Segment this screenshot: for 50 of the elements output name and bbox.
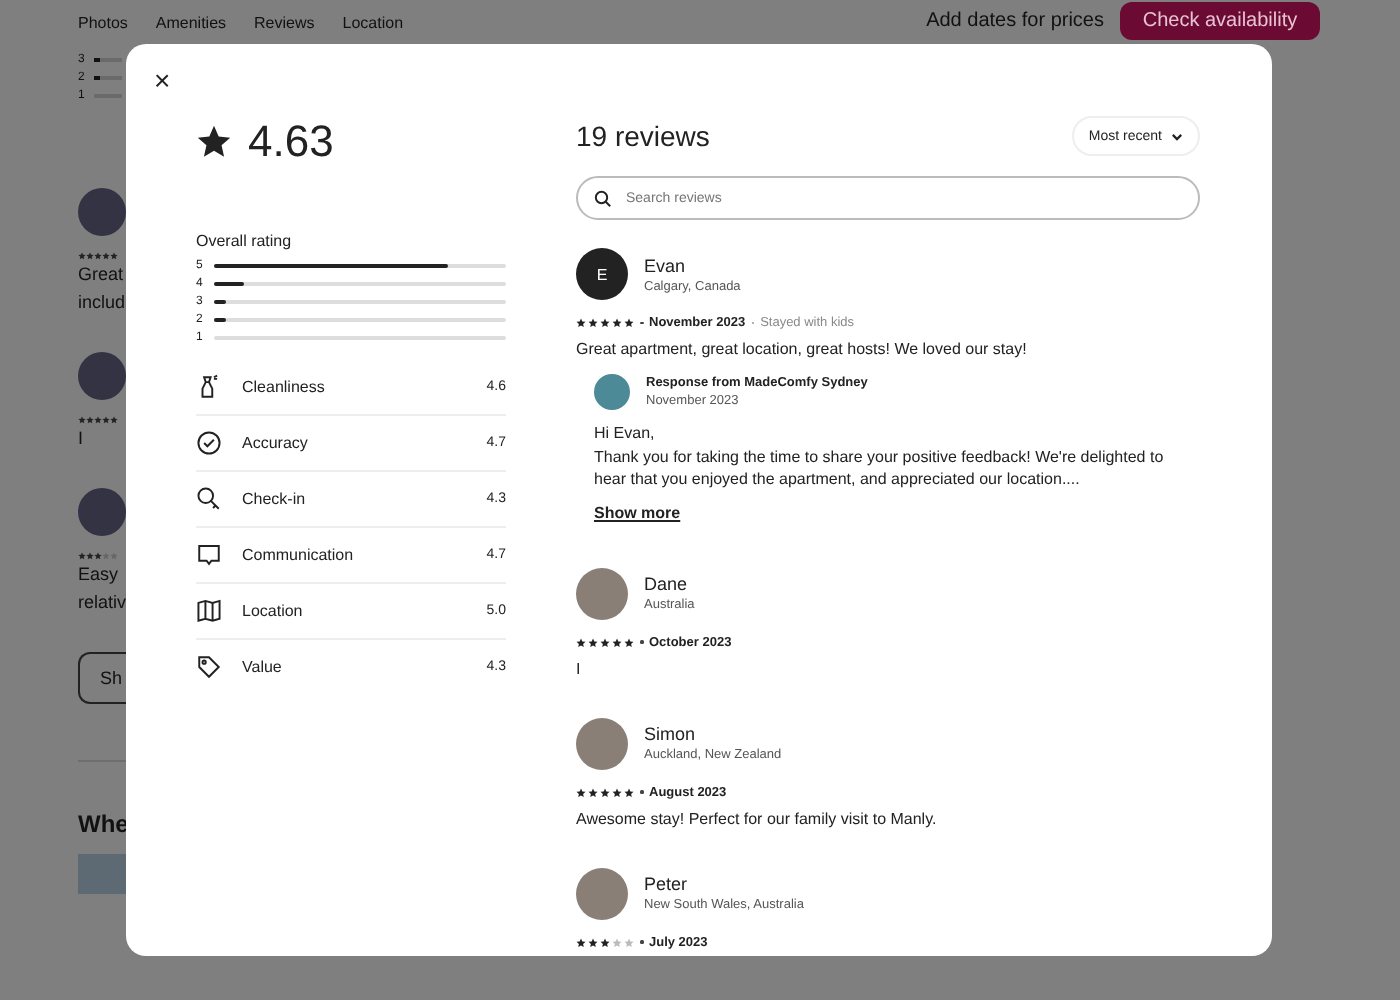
reviewer-name: Peter	[644, 874, 690, 894]
reviewer-name: Dane	[644, 574, 690, 594]
avatar: E	[576, 248, 628, 300]
avatar	[78, 352, 126, 400]
check-availability-button[interactable]: Check availability	[1120, 2, 1320, 40]
category-label: Communication	[242, 546, 356, 564]
nav-tab[interactable]: Photos	[78, 14, 128, 32]
star-icon	[196, 124, 232, 160]
speech-bubble-icon	[196, 542, 222, 568]
avatar	[576, 717, 628, 769]
average-rating: 4.63	[248, 116, 334, 168]
show-more-link[interactable]: Show more	[594, 503, 681, 521]
section-heading: Whe	[78, 810, 129, 838]
key-icon	[196, 486, 222, 512]
review-text: Easy	[78, 562, 119, 588]
reviewer-name: Simon	[644, 724, 698, 744]
review-text: I	[576, 659, 583, 677]
avatar	[78, 488, 126, 536]
review-text: Great	[78, 262, 124, 288]
review-text: Awesome stay! Perfect for our family visit to Manly.	[576, 809, 939, 827]
overall-rating-label: Overall rating	[196, 232, 294, 250]
review-text: Great apartment, great location, great hosts! We loved our stay!	[576, 340, 1029, 358]
response-greeting: Hi Evan,	[594, 422, 657, 445]
review-text: I	[78, 426, 84, 452]
category-label: Accuracy	[242, 434, 310, 452]
avatar	[78, 188, 126, 236]
nav-tab[interactable]: Location	[342, 14, 404, 32]
category-label: Cleanliness	[242, 378, 327, 396]
spray-bottle-icon	[196, 374, 222, 400]
review-text: relativ	[78, 590, 127, 616]
avatar	[576, 867, 628, 919]
tag-icon	[196, 654, 222, 680]
reviewer-name: Evan	[644, 255, 688, 275]
show-all-button[interactable]: Sh	[78, 652, 126, 704]
check-circle-icon	[196, 430, 222, 456]
avatar	[576, 567, 628, 619]
photo-placeholder	[78, 854, 126, 894]
map-icon	[196, 598, 222, 624]
category-label: Value	[242, 658, 284, 676]
review-text: includ	[78, 290, 126, 316]
price-hint: Add dates for prices	[926, 10, 1104, 32]
response-text: Thank you for taking the time to share your positive feedback! We're delighted to hear that you enjoyed the apartment, and appreciated our location....	[594, 445, 1166, 491]
category-label: Check-in	[242, 490, 308, 508]
reviews-title: 19 reviews	[576, 120, 710, 152]
nav-tab[interactable]: Amenities	[155, 14, 227, 32]
close-button[interactable]: ×	[150, 66, 175, 94]
category-label: Location	[242, 602, 305, 620]
chevron-down-icon	[1170, 129, 1184, 143]
host-logo-icon	[594, 374, 630, 410]
nav-tab[interactable]: Reviews	[254, 14, 315, 32]
